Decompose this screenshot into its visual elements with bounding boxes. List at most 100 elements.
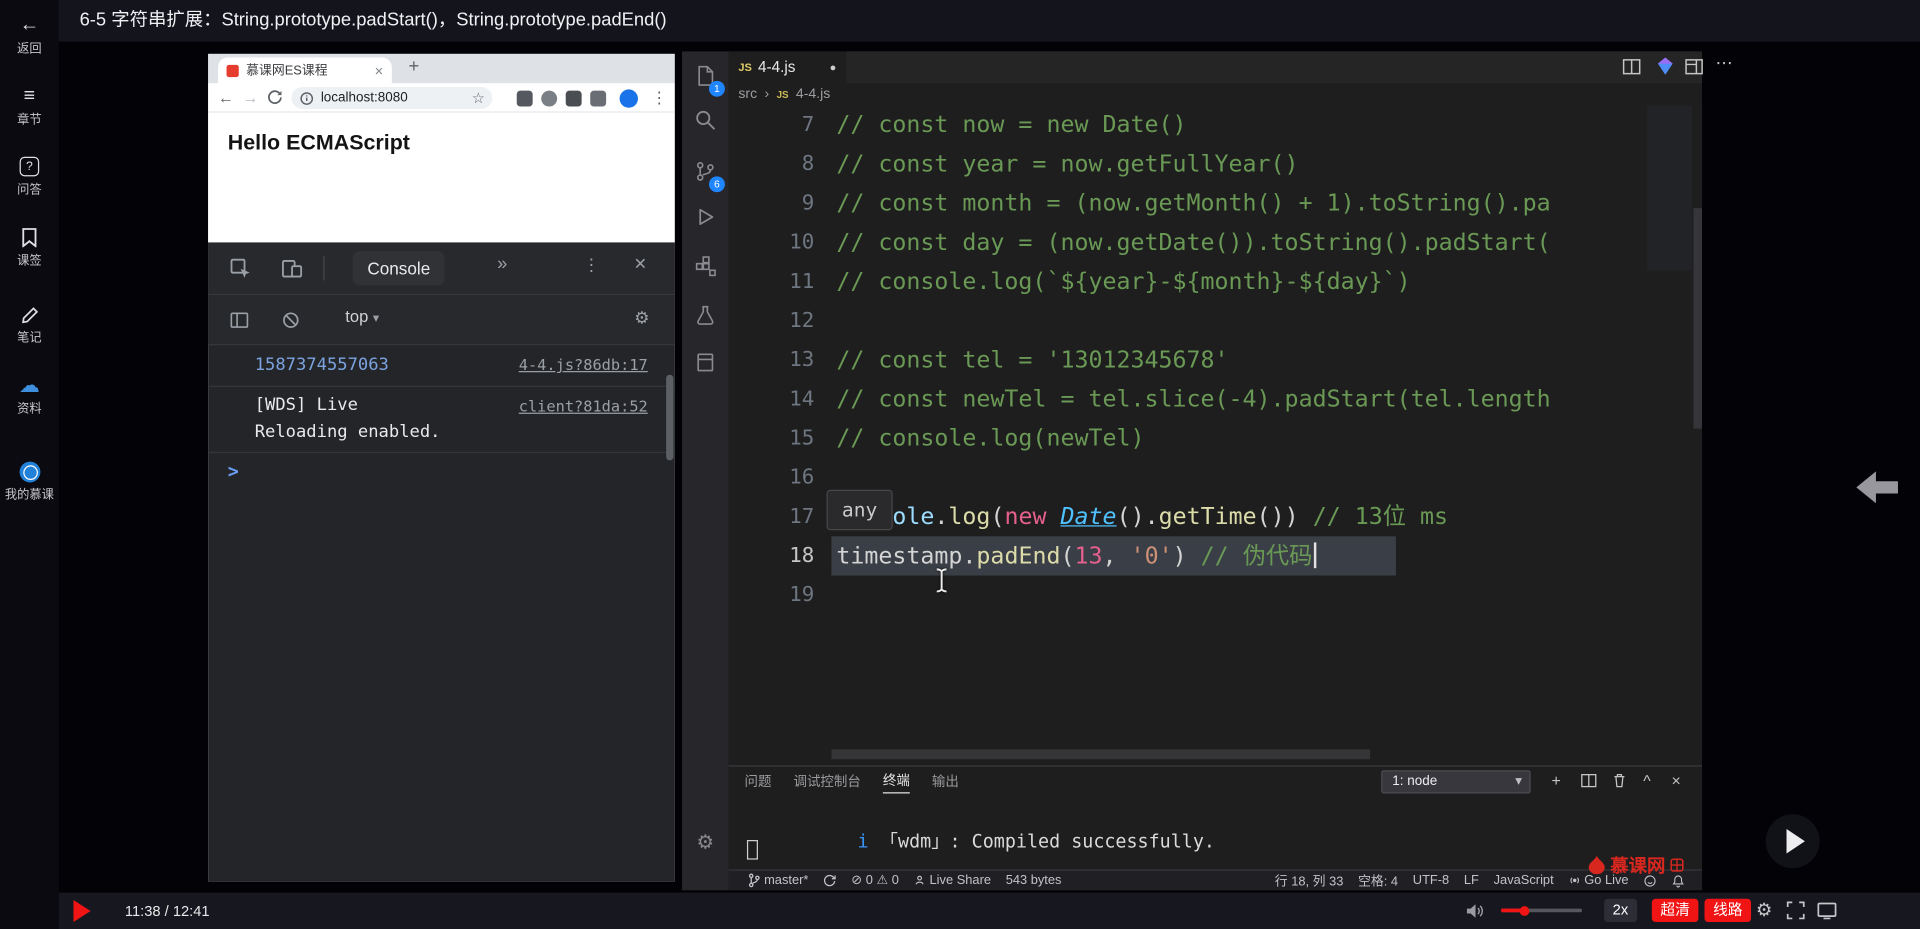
split-terminal-icon[interactable]: [1581, 773, 1597, 789]
url-text[interactable]: localhost:8080: [321, 87, 408, 109]
browser-back-button[interactable]: ←: [218, 83, 234, 112]
code-line[interactable]: 13 // const tel = '13012345678': [729, 340, 1702, 379]
code-line[interactable]: 19: [729, 576, 1702, 615]
language-item[interactable]: JavaScript: [1494, 873, 1554, 888]
context-selector[interactable]: top ▾: [345, 307, 379, 325]
reload-icon[interactable]: [267, 89, 283, 105]
code-line[interactable]: 9 // const month = (now.getMonth() + 1).t…: [729, 184, 1702, 223]
route-button[interactable]: 线路: [1704, 898, 1752, 923]
tab-terminal[interactable]: 终端: [882, 770, 910, 793]
extension-icon[interactable]: [565, 90, 582, 107]
catalog-drawer-toggle[interactable]: [1856, 471, 1898, 504]
volume-knob[interactable]: [1519, 905, 1530, 916]
code-editor[interactable]: 7 // const now = new Date() 8 // const year…: [728, 105, 1703, 766]
devtools-menu-icon[interactable]: ⋮: [583, 255, 600, 276]
browser-tab[interactable]: 慕课网ES课程 ×: [217, 57, 392, 84]
layout-icon[interactable]: [1685, 58, 1703, 76]
sidebar-item-chapters[interactable]: ≡ 章节: [0, 83, 59, 144]
settings-gear-icon[interactable]: ⚙: [682, 820, 729, 864]
gem-extension-icon[interactable]: [1656, 56, 1676, 76]
new-terminal-icon[interactable]: +: [1551, 770, 1560, 792]
browser-menu-icon[interactable]: ⋮: [651, 83, 667, 112]
volume-slider[interactable]: [1501, 905, 1583, 916]
volume-icon[interactable]: [1465, 901, 1485, 921]
test-flask-icon[interactable]: [682, 294, 729, 338]
tab-close-icon[interactable]: ×: [375, 62, 384, 79]
code-line[interactable]: 12: [729, 301, 1702, 340]
address-bar[interactable]: localhost:8080 ☆: [291, 86, 493, 109]
bookmark-star-icon[interactable]: ☆: [472, 87, 485, 109]
extension-icon[interactable]: [516, 90, 533, 107]
site-info-icon[interactable]: [300, 91, 314, 105]
more-tabs-icon[interactable]: »: [497, 253, 507, 274]
search-icon[interactable]: [682, 98, 729, 142]
code-line[interactable]: 15 // console.log(newTel): [729, 419, 1702, 458]
code-line[interactable]: 8 // const year = now.getFullYear(): [729, 144, 1702, 183]
editor-tab[interactable]: JS 4-4.js ●: [728, 51, 847, 84]
tab-debug-console[interactable]: 调试控制台: [793, 771, 860, 791]
encoding-item[interactable]: UTF-8: [1413, 873, 1449, 888]
browser-forward-button[interactable]: →: [242, 83, 258, 112]
quality-button[interactable]: 超清: [1651, 898, 1699, 923]
console-prompt[interactable]: >: [228, 460, 239, 482]
code-line[interactable]: 18 timestamp.padEnd(13, '0') // 伪代码: [729, 536, 1702, 576]
source-control-icon[interactable]: 6: [682, 149, 729, 193]
run-debug-icon[interactable]: [682, 196, 729, 240]
modified-dot-icon[interactable]: ●: [830, 61, 837, 73]
log-source-link[interactable]: client?81da:52: [519, 397, 648, 415]
theater-mode-icon[interactable]: [1817, 901, 1837, 920]
tab-problems[interactable]: 问题: [744, 771, 771, 791]
extension-icon[interactable]: [590, 90, 607, 107]
fullscreen-icon[interactable]: [1786, 901, 1805, 920]
sync-icon[interactable]: [823, 874, 836, 887]
code-line[interactable]: 10 // const day = (now.getDate()).toStrin…: [729, 223, 1702, 262]
terminal-selector[interactable]: 1: node ▾: [1381, 770, 1531, 794]
tab-console[interactable]: Console: [352, 251, 445, 286]
console-sidebar-icon[interactable]: [230, 311, 249, 329]
devtools-scrollbar[interactable]: [666, 374, 674, 461]
split-editor-icon[interactable]: [1622, 58, 1641, 76]
problems-item[interactable]: ⊘ 0 ⚠ 0: [851, 873, 899, 888]
explorer-icon[interactable]: 1: [682, 54, 729, 98]
more-actions-icon[interactable]: ⋯: [1716, 53, 1733, 74]
tab-output[interactable]: 输出: [932, 771, 959, 791]
maximize-panel-icon[interactable]: ^: [1643, 770, 1650, 792]
live-share-item[interactable]: Live Share: [914, 873, 991, 888]
kill-terminal-icon[interactable]: [1611, 773, 1627, 789]
eol-item[interactable]: LF: [1464, 873, 1479, 888]
console-settings-icon[interactable]: ⚙: [634, 307, 649, 328]
code-line[interactable]: 14 // const newTel = tel.slice(-4).padSta…: [729, 380, 1702, 419]
extensions-icon[interactable]: [682, 244, 729, 288]
sidebar-item-back[interactable]: ← 返回: [0, 12, 59, 73]
clear-console-icon[interactable]: [282, 311, 300, 329]
breadcrumbs[interactable]: src › JS 4-4.js: [729, 83, 1702, 105]
sidebar-item-notes[interactable]: 笔记: [0, 301, 59, 362]
extension-icon[interactable]: [541, 90, 558, 107]
file-size-item[interactable]: 543 bytes: [1006, 873, 1062, 888]
indent-item[interactable]: 空格: 4: [1358, 871, 1398, 889]
video-stage[interactable]: 慕课网ES课程 × + ← → localhost:8080 ☆ ⋮ Hello…: [58, 41, 1920, 893]
devtools-close-icon[interactable]: ×: [634, 252, 646, 276]
profile-avatar[interactable]: [619, 88, 638, 108]
code-line[interactable]: 11 // console.log(`${year}-${month}-${day…: [729, 262, 1702, 301]
sidebar-item-qa[interactable]: ? 问答: [0, 153, 59, 214]
new-tab-button[interactable]: +: [402, 56, 426, 77]
speed-button[interactable]: 2x: [1604, 898, 1637, 923]
play-button[interactable]: [73, 900, 91, 923]
log-source-link[interactable]: 4-4.js?86db:17: [519, 355, 648, 373]
player-settings-icon[interactable]: ⚙: [1756, 893, 1772, 929]
notebook-icon[interactable]: [682, 340, 729, 384]
code-line[interactable]: 7 // const now = new Date(): [729, 105, 1702, 144]
breadcrumb-folder[interactable]: src: [738, 87, 757, 102]
sidebar-item-bookmarks[interactable]: 课签: [0, 224, 59, 285]
sidebar-item-materials[interactable]: ☁ 资料: [0, 372, 59, 433]
floating-play-button[interactable]: [1765, 814, 1820, 869]
breadcrumb-file[interactable]: 4-4.js: [796, 87, 830, 102]
inspect-element-icon[interactable]: [230, 258, 251, 279]
sidebar-item-my-mooc[interactable]: 我的慕课: [0, 458, 59, 519]
git-branch-item[interactable]: master*: [748, 873, 808, 888]
editor-vertical-scrollbar[interactable]: [1693, 208, 1703, 429]
minimap[interactable]: [1646, 105, 1693, 271]
editor-horizontal-scrollbar[interactable]: [831, 749, 1371, 760]
close-panel-icon[interactable]: ×: [1671, 770, 1680, 792]
